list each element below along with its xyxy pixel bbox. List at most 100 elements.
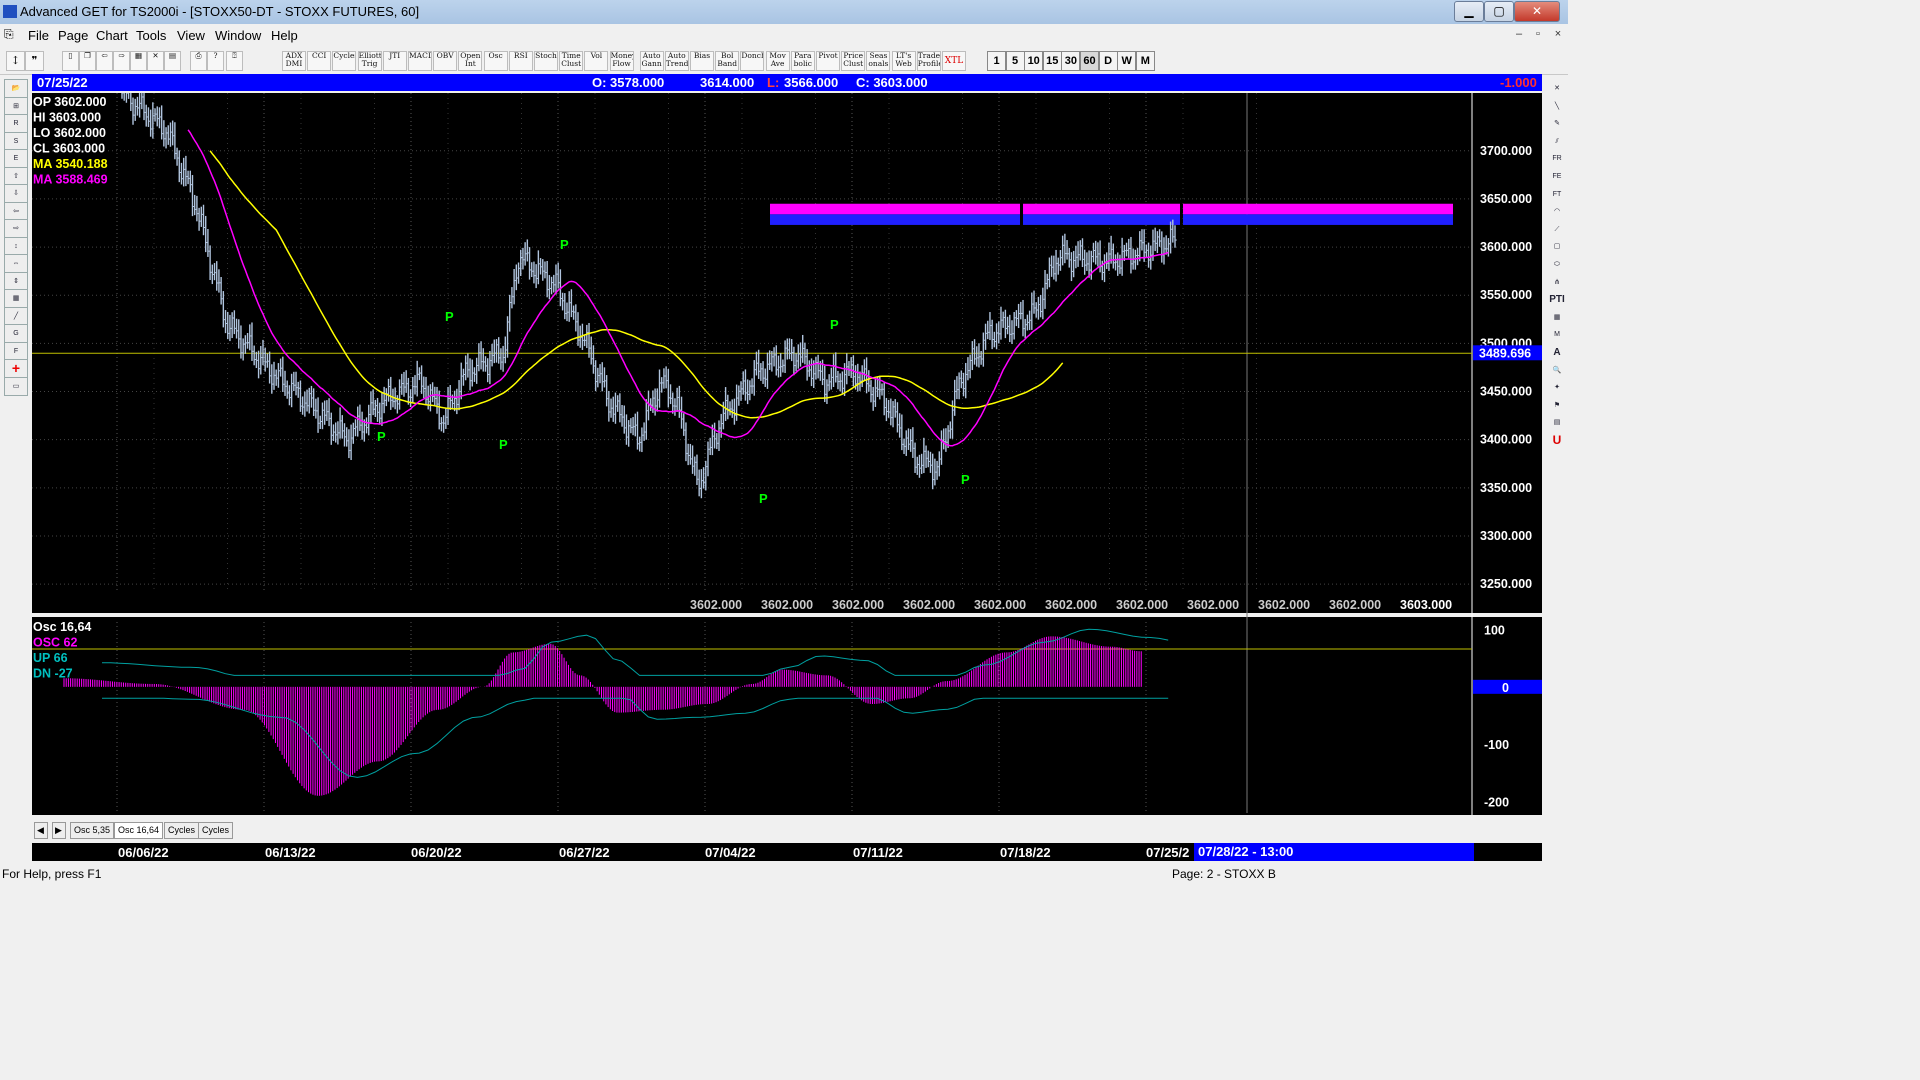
tab-osc-5-35[interactable]: Osc 5,35	[70, 822, 115, 839]
delete-icon[interactable]: ✕	[147, 51, 164, 71]
mdi-close-icon[interactable]: ×	[1549, 28, 1567, 44]
interval-button-60[interactable]: 60	[1080, 51, 1099, 71]
fib-time-icon[interactable]: FT	[1548, 187, 1566, 202]
layout-icon[interactable]: ▤	[164, 51, 181, 71]
interval-button-5[interactable]: 5	[1005, 51, 1025, 71]
study-button-timeclust[interactable]: Time Clust	[559, 51, 584, 71]
channel-icon[interactable]: ⫽	[1548, 134, 1566, 149]
study-button-stoch[interactable]: Stoch	[534, 51, 558, 71]
zoom-in-icon[interactable]: 🔍	[1548, 363, 1566, 378]
study-button-xtl[interactable]: XTL	[942, 51, 966, 71]
bucket-icon[interactable]: ⚑	[1548, 398, 1566, 413]
lines-icon[interactable]: ╱	[4, 306, 28, 326]
print-icon[interactable]: ▭	[4, 376, 28, 396]
context-help-icon[interactable]: ⍰	[226, 51, 243, 71]
minimize-button[interactable]: ▁	[1454, 1, 1484, 22]
interval-button-m[interactable]: M	[1135, 51, 1155, 71]
line-tool-icon[interactable]: ╲	[1548, 99, 1566, 114]
copy-icon[interactable]: ❐	[79, 51, 96, 71]
mob-icon[interactable]: M	[1548, 327, 1566, 342]
study-button-jti[interactable]: JTI	[382, 51, 407, 71]
zoom-icon[interactable]: ⊞	[4, 96, 28, 116]
interval-button-1[interactable]: 1	[987, 51, 1006, 71]
study-button-cci[interactable]: CCI	[307, 51, 332, 71]
tab-cycles-2[interactable]: Cycles	[198, 822, 234, 839]
menu-page[interactable]: Page	[58, 28, 88, 43]
box-icon[interactable]: ▦	[4, 289, 28, 308]
study-button-bias[interactable]: Bias	[690, 51, 714, 71]
study-button-movave[interactable]: Mov Ave	[765, 51, 790, 71]
right-arrow-icon[interactable]: ⇨	[4, 219, 28, 238]
interval-button-d[interactable]: D	[1098, 51, 1118, 71]
mdi-restore-icon[interactable]: ▫	[1529, 28, 1547, 44]
tab-osc-16-64[interactable]: Osc 16,64	[114, 822, 164, 839]
study-button-autogann[interactable]: Auto Gann	[639, 51, 664, 71]
menu-tools[interactable]: Tools	[136, 28, 166, 43]
left-arrow-icon[interactable]: ⇦	[4, 201, 28, 221]
study-button-rsi[interactable]: RSI	[508, 51, 533, 71]
expand-icon[interactable]: ↕	[4, 236, 28, 256]
pti-icon[interactable]: PTI	[1548, 292, 1566, 307]
box-icon[interactable]: ▢	[1548, 239, 1566, 254]
menu-chart[interactable]: Chart	[96, 28, 128, 43]
fan-icon[interactable]: ⟋	[1548, 222, 1566, 237]
crosshair-icon[interactable]: +	[4, 359, 28, 378]
study-button-adx[interactable]: ADX DMI	[282, 51, 306, 71]
tab-scroll-left-icon[interactable]: ◀	[34, 822, 48, 839]
tab-scroll-right-icon[interactable]: ▶	[52, 822, 66, 839]
chart-area[interactable]: P P P P P P P OP 3602.000 HI 3603.000 LO 3602.000…	[32, 74, 1542, 815]
study-button-parabolic[interactable]: Para bolic	[790, 51, 815, 71]
study-button-obv[interactable]: OBV	[433, 51, 458, 71]
back-icon[interactable]: ⇦	[96, 51, 113, 71]
elliott-icon[interactable]: E	[4, 149, 28, 168]
open-icon[interactable]: 📂	[4, 79, 28, 98]
menu-help[interactable]: Help	[271, 28, 298, 43]
menu-file[interactable]: File	[28, 28, 49, 43]
compress-v-icon[interactable]: ⇕	[4, 271, 28, 291]
ellipse-icon[interactable]: ⬭	[1548, 257, 1566, 272]
chart-svg[interactable]: P P P P P P P OP 3602.000 HI 3603.000LO 3602.000…	[32, 74, 1542, 815]
close-button[interactable]: ✕	[1514, 1, 1560, 22]
interval-button-w[interactable]: W	[1117, 51, 1137, 71]
pitchfork-icon[interactable]: ⋔	[1548, 275, 1566, 290]
up-arrow-icon[interactable]: ⇧	[4, 166, 28, 186]
study-button-osc[interactable]: Osc	[483, 51, 508, 71]
study-button-elliott[interactable]: Elliott Trig	[357, 51, 382, 71]
pencil-icon[interactable]: ✎	[1548, 116, 1566, 131]
study-button-bolband[interactable]: Bol Band	[715, 51, 740, 71]
study-icon[interactable]: S	[4, 131, 28, 151]
study-button-seasonals[interactable]: Seas onals	[866, 51, 891, 71]
text-icon[interactable]: A	[1548, 345, 1566, 360]
paint-icon[interactable]: ✦	[1548, 380, 1566, 395]
grid-icon[interactable]: ▦	[1548, 310, 1566, 325]
maximize-button[interactable]: ▢	[1484, 1, 1514, 22]
down-arrow-icon[interactable]: ⇩	[4, 184, 28, 203]
interval-button-15[interactable]: 15	[1042, 51, 1062, 71]
study-button-cycles[interactable]: Cycles	[332, 51, 357, 71]
interval-button-10[interactable]: 10	[1024, 51, 1044, 71]
forward-icon[interactable]: ⇨	[113, 51, 130, 71]
study-button-moneyflow[interactable]: Money Flow	[609, 51, 634, 71]
print-icon[interactable]: ⎙	[190, 51, 207, 71]
menu-window[interactable]: Window	[215, 28, 261, 43]
fib-ext-icon[interactable]: FE	[1548, 169, 1566, 184]
mdi-minimize-icon[interactable]: –	[1510, 28, 1528, 44]
fib-icon[interactable]: F	[4, 341, 28, 361]
cursor-icon[interactable]: ↕	[6, 51, 25, 71]
interval-button-30[interactable]: 30	[1061, 51, 1081, 71]
study-button-priceclust[interactable]: Price Clust	[841, 51, 866, 71]
grid-icon[interactable]: ▦	[130, 51, 147, 71]
study-button-tradeprofile[interactable]: Trade Profile	[916, 51, 941, 71]
menu-view[interactable]: View	[177, 28, 205, 43]
tab-cycles-1[interactable]: Cycles	[164, 822, 200, 839]
study-button-ltweb[interactable]: LT's Web	[891, 51, 916, 71]
study-button-macd[interactable]: MACD	[408, 51, 432, 71]
help-bulb-icon[interactable]: ?	[207, 51, 224, 71]
study-button-openint[interactable]: Open Int	[458, 51, 483, 71]
compress-h-icon[interactable]: ⇔	[4, 254, 28, 273]
quote-icon[interactable]: ❞	[25, 51, 44, 71]
arc-icon[interactable]: ◠	[1548, 204, 1566, 219]
reset-icon[interactable]: R	[4, 114, 28, 133]
study-button-pivot[interactable]: Pivot	[816, 51, 840, 71]
new-icon[interactable]: ▯	[62, 51, 79, 71]
